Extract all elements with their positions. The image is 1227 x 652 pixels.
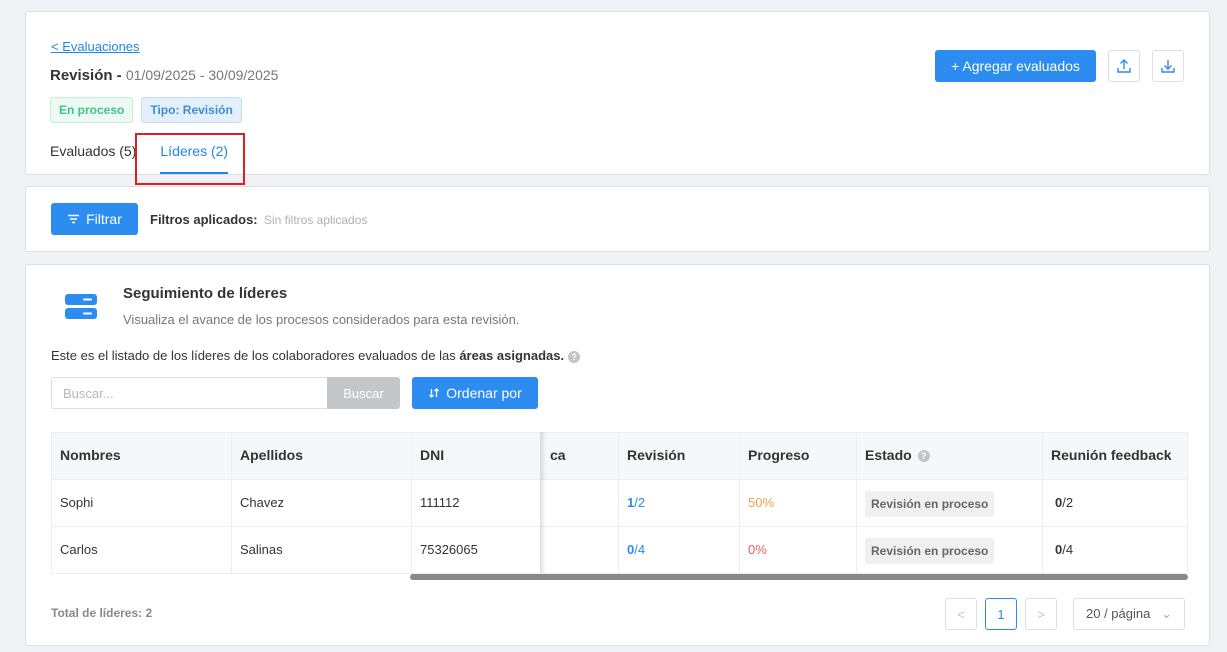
total-leaders: Total de líderes: 2 [51,606,153,620]
col-header-revision[interactable]: Revisión [618,432,739,479]
filter-button[interactable]: Filtrar [51,203,138,235]
page-size-select[interactable]: 20 / página ⌄ [1073,598,1185,630]
progreso-cell: 50% [748,495,775,510]
frozen-column-shadow [540,432,546,573]
estado-help-icon[interactable]: ? [917,450,930,463]
col-header-nombres[interactable]: Nombres [51,432,231,479]
filter-icon [68,214,80,224]
upload-button[interactable] [1108,50,1140,82]
col-header-reunion-feedback[interactable]: Reunión feedback [1042,432,1188,479]
apellidos-cell: Salinas [240,542,283,557]
applied-filters-value: Sin filtros aplicados [264,213,368,227]
pagination-page-1[interactable]: 1 [985,598,1017,630]
feedback-total: /4 [1062,542,1074,557]
revision-cell: 0/4 [618,526,739,573]
feedback-cell: 0/4 [1046,526,1188,573]
server-icon [65,294,97,319]
badges-row: En proceso Tipo: Revisión [50,97,242,123]
intro-text: Este es el listado de los líderes de los… [51,348,581,363]
evaluation-date-range: 01/09/2025 - 30/09/2025 [125,67,279,83]
sort-icon [429,388,440,398]
revision-total: /4 [634,542,646,557]
col-header-dni[interactable]: DNI [411,432,541,479]
download-button[interactable] [1152,50,1184,82]
intro-bold: áreas asignadas. [459,348,565,363]
type-badge: Tipo: Revisión [141,97,242,123]
revision-cell: 1/2 [618,479,739,526]
horizontal-scrollbar[interactable] [410,574,1188,580]
filter-card: Filtrar Filtros aplicados: Sin filtros a… [25,186,1210,252]
tab-evaluados[interactable]: Evaluados (5) [50,143,136,175]
back-to-evaluaciones-link[interactable]: < Evaluaciones [51,39,140,54]
dni-cell: 75326065 [420,542,478,557]
download-icon [1161,60,1175,73]
progreso-cell: 0% [748,542,767,557]
nombres-cell: Carlos [60,542,98,557]
col-header-estado[interactable]: Estado? [856,432,1042,479]
apellidos-cell: Chavez [240,495,285,510]
tab-highlight-box [135,133,245,185]
leaders-table: ca Revisión Progreso Estado? Reunión fee… [51,432,1188,582]
sort-button[interactable]: Ordenar por [412,377,538,409]
col-header-apellidos[interactable]: Apellidos [231,432,411,479]
search-button[interactable]: Buscar [327,377,400,409]
col-header-estado-label: Estado [865,447,912,463]
evaluation-header-card: < Evaluaciones Revisión - 01/09/2025 - 3… [25,11,1210,185]
pagination-prev-button[interactable]: < [945,598,977,630]
col-divider [1042,432,1043,573]
add-evaluados-button[interactable]: + Agregar evaluados [935,50,1096,82]
col-header-partial: ca [550,447,566,463]
section-subtitle: Visualiza el avance de los procesos cons… [123,312,520,327]
revision-total: /2 [634,495,646,510]
upload-icon [1117,59,1131,73]
filter-button-label: Filtrar [86,211,122,227]
search-input[interactable] [51,377,328,409]
feedback-total: /2 [1062,495,1074,510]
estado-cell: Revisión en proceso [856,526,1042,573]
frozen-columns: Nombres Apellidos DNI Sophi Chavez 11111… [51,432,541,574]
estado-pill: Revisión en proceso [865,537,995,564]
evaluation-title: Revisión - [50,67,126,84]
dni-cell: 111112 [420,495,460,510]
chevron-down-icon: ⌄ [1161,606,1172,621]
status-badge: En proceso [50,97,134,123]
intro-prefix: Este es el listado de los líderes de los… [51,348,460,363]
page-size-value: 20 / página [1086,606,1151,621]
leaders-tracking-card: Seguimiento de líderes Visualiza el avan… [25,264,1210,646]
feedback-cell: 0/2 [1046,479,1188,526]
help-icon[interactable]: ? [568,350,581,363]
applied-filters-label: Filtros aplicados: [150,212,258,227]
estado-pill: Revisión en proceso [865,490,995,517]
nombres-cell: Sophi [60,495,94,510]
col-header-progreso[interactable]: Progreso [739,432,856,479]
section-title: Seguimiento de líderes [123,285,288,302]
sort-button-label: Ordenar por [446,385,522,401]
pagination-next-button[interactable]: > [1025,598,1057,630]
estado-cell: Revisión en proceso [856,479,1042,526]
page-title: Revisión - 01/09/2025 - 30/09/2025 [50,67,278,84]
